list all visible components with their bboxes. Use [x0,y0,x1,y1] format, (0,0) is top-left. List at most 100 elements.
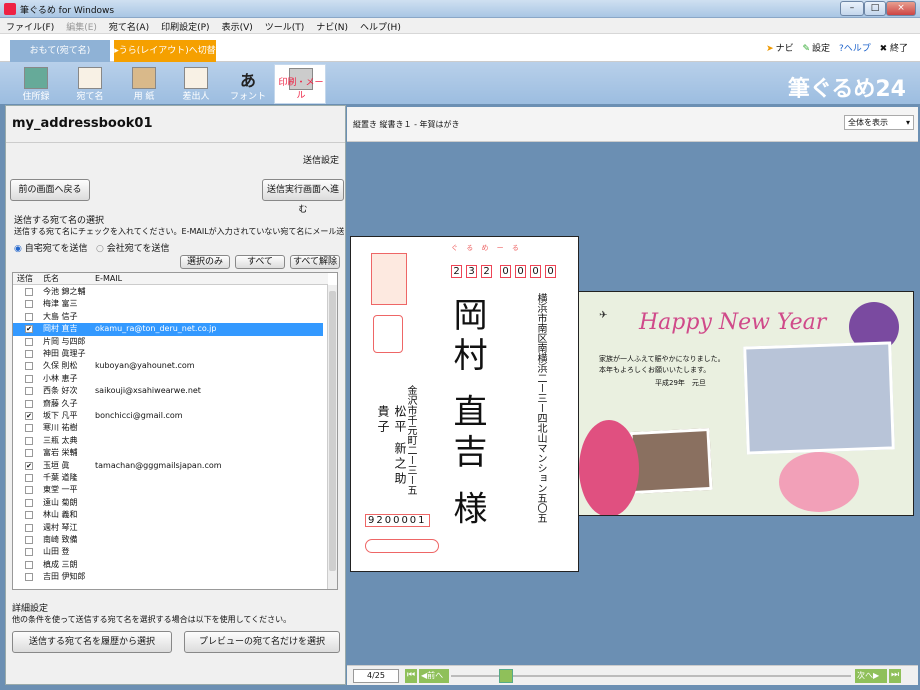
list-scrollbar[interactable] [327,285,337,589]
toolbar-font[interactable]: あフォント [222,64,274,104]
table-row[interactable]: 齋藤 久子 [13,398,323,410]
send-checkbox[interactable] [25,498,33,507]
send-checkbox[interactable] [25,474,33,482]
menu-file[interactable]: ファイル(F) [0,18,60,33]
send-checkbox[interactable] [25,288,33,296]
send-checkbox[interactable] [25,486,33,495]
send-checkbox[interactable] [25,399,33,408]
table-row[interactable]: 梅津 富三 [13,298,323,310]
menu-view[interactable]: 表示(V) [216,18,259,33]
table-row[interactable]: 寒川 祐樹 [13,422,323,434]
menu-address[interactable]: 宛て名(A) [103,18,155,33]
radio-home[interactable]: ◉ 自宅宛てを送信 [14,241,88,254]
next-button[interactable]: 次へ▶ [855,669,887,683]
table-row[interactable]: 片岡 与四郎 [13,336,323,348]
table-row[interactable]: 山田 登 [13,546,323,558]
table-row[interactable]: 久保 則松 kuboyan@yahounet.com [13,360,323,372]
send-checkbox[interactable] [25,436,33,445]
table-row[interactable]: 富岩 栄輔 [13,447,323,459]
send-checkbox[interactable] [25,511,33,520]
table-row[interactable]: 千葉 道隆 [13,472,323,484]
select-only-button[interactable]: 選択のみ [180,255,230,269]
table-row[interactable]: ✔ 坂下 凡平 bonchicci@gmail.com [13,410,323,422]
send-checkbox[interactable] [25,362,33,371]
prev-button[interactable]: ◀前へ [419,669,449,683]
toolbar-addressbook[interactable]: 住所録 [10,64,62,104]
send-checkbox[interactable] [25,573,33,582]
table-row[interactable]: ✔ 岡村 直吉 okamu_ra@ton_deru_net.co.jp [13,323,323,336]
send-checkbox[interactable]: ✔ [25,461,33,470]
scroll-thumb[interactable] [329,291,336,571]
next-label: 次へ [857,671,873,680]
send-checkbox[interactable] [25,374,33,383]
navi-link[interactable]: ナビ [776,44,794,54]
page-slider-thumb[interactable] [499,669,513,683]
send-checkbox[interactable] [25,523,33,532]
select-from-history-button[interactable]: 送信する宛て名を履歴から選択 [12,631,172,653]
menu-navi[interactable]: ナビ(N) [310,18,354,33]
settings-link[interactable]: 設定 [812,44,830,54]
table-row[interactable]: 南崎 致備 [13,534,323,546]
table-row[interactable]: ✔ 玉垣 眞 tamachan@gggmailsjapan.com [13,460,323,472]
send-checkbox[interactable] [25,449,33,458]
send-checkbox[interactable] [25,300,33,309]
table-row[interactable]: 西条 好次 saikouji@xsahiwearwe.net [13,385,323,397]
address-list[interactable]: 送信 氏名 E-MAIL 今池 錦之輔 梅津 富三 大島 信子 ✔ 岡村 直吉 okamu… [12,272,338,590]
menu-edit[interactable]: 編集(E) [60,18,103,33]
tab-front[interactable]: おもて(宛て名) [10,40,110,62]
postal-digit-box: 2 [481,265,492,278]
radio-work[interactable]: ○ 会社宛てを送信 [96,241,170,254]
send-checkbox[interactable] [25,387,33,396]
send-checkbox[interactable] [25,337,33,346]
menu-print-settings[interactable]: 印刷設定(P) [155,18,215,33]
select-all-button[interactable]: すべて [235,255,285,269]
menu-tools[interactable]: ツール(T) [259,18,311,33]
select-preview-only-button[interactable]: プレビューの宛て名だけを選択 [184,631,340,653]
send-checkbox[interactable]: ✔ [25,325,33,334]
table-row[interactable]: 遠山 菊朗 [13,497,323,509]
help-link[interactable]: ?ヘルプ [839,44,871,54]
table-row[interactable]: 小林 恵子 [13,373,323,385]
table-row[interactable]: 吉田 伊知郎 [13,571,323,583]
toolbar-label: 宛て名 [76,92,104,102]
detail-title: 詳細設定 [12,604,49,614]
exit-link[interactable]: ✖ 終了 [880,44,908,54]
main-toolbar: 住所録 宛て名 用 紙 差出人 あフォント 印刷・メール 筆ぐるめ24 [0,62,920,104]
send-checkbox[interactable] [25,536,33,544]
deselect-all-button[interactable]: すべて解除 [290,255,340,269]
toolbar-paper[interactable]: 用 紙 [118,64,170,104]
table-row[interactable]: 神田 眞理子 [13,348,323,360]
greeting-title: Happy New Year [639,310,827,335]
back-button[interactable]: 前の画面へ戻る [10,179,90,201]
close-button[interactable]: × [886,1,916,16]
table-row[interactable]: 大島 信子 [13,311,323,323]
toolbar-print-mail[interactable]: 印刷・メール [274,64,326,104]
table-row[interactable]: 今池 錦之輔 [13,286,323,298]
send-checkbox[interactable] [25,424,33,433]
table-row[interactable]: 林山 義和 [13,509,323,521]
row-name: 週村 琴江 [43,522,78,532]
send-checkbox[interactable] [25,560,33,569]
send-checkbox[interactable] [25,350,33,358]
last-page-icon[interactable]: ⏭ [889,669,901,683]
tab-back[interactable]: ▸うら(レイアウト)へ切替 [114,40,216,62]
toolbar-addressee[interactable]: 宛て名 [64,64,116,104]
menu-help[interactable]: ヘルプ(H) [354,18,407,33]
postal-digit-box: 0 [500,265,511,278]
stamp-icon [371,253,407,305]
minimize-button[interactable]: – [840,1,864,16]
send-checkbox[interactable] [25,312,33,321]
next-button[interactable]: 送信実行画面へ進む [262,179,344,215]
maximize-button[interactable]: □ [864,1,886,16]
table-row[interactable]: 東堂 一平 [13,484,323,496]
row-email: okamu_ra@ton_deru_net.co.jp [95,324,217,334]
toolbar-sender[interactable]: 差出人 [170,64,222,104]
send-checkbox[interactable] [25,548,33,557]
table-row[interactable]: 三瓶 太典 [13,435,323,447]
first-page-icon[interactable]: ⏮ [405,669,417,683]
send-checkbox[interactable]: ✔ [25,412,33,420]
mode-tab-row: おもて(宛て名) ▸うら(レイアウト)へ切替 ➤ ナビ ✎ 設定 ?ヘルプ ✖ 終了 [0,34,920,62]
table-row[interactable]: 槙成 三朗 [13,559,323,571]
zoom-select[interactable]: 全体を表示 ▾ [844,115,914,130]
table-row[interactable]: 週村 琴江 [13,522,323,534]
